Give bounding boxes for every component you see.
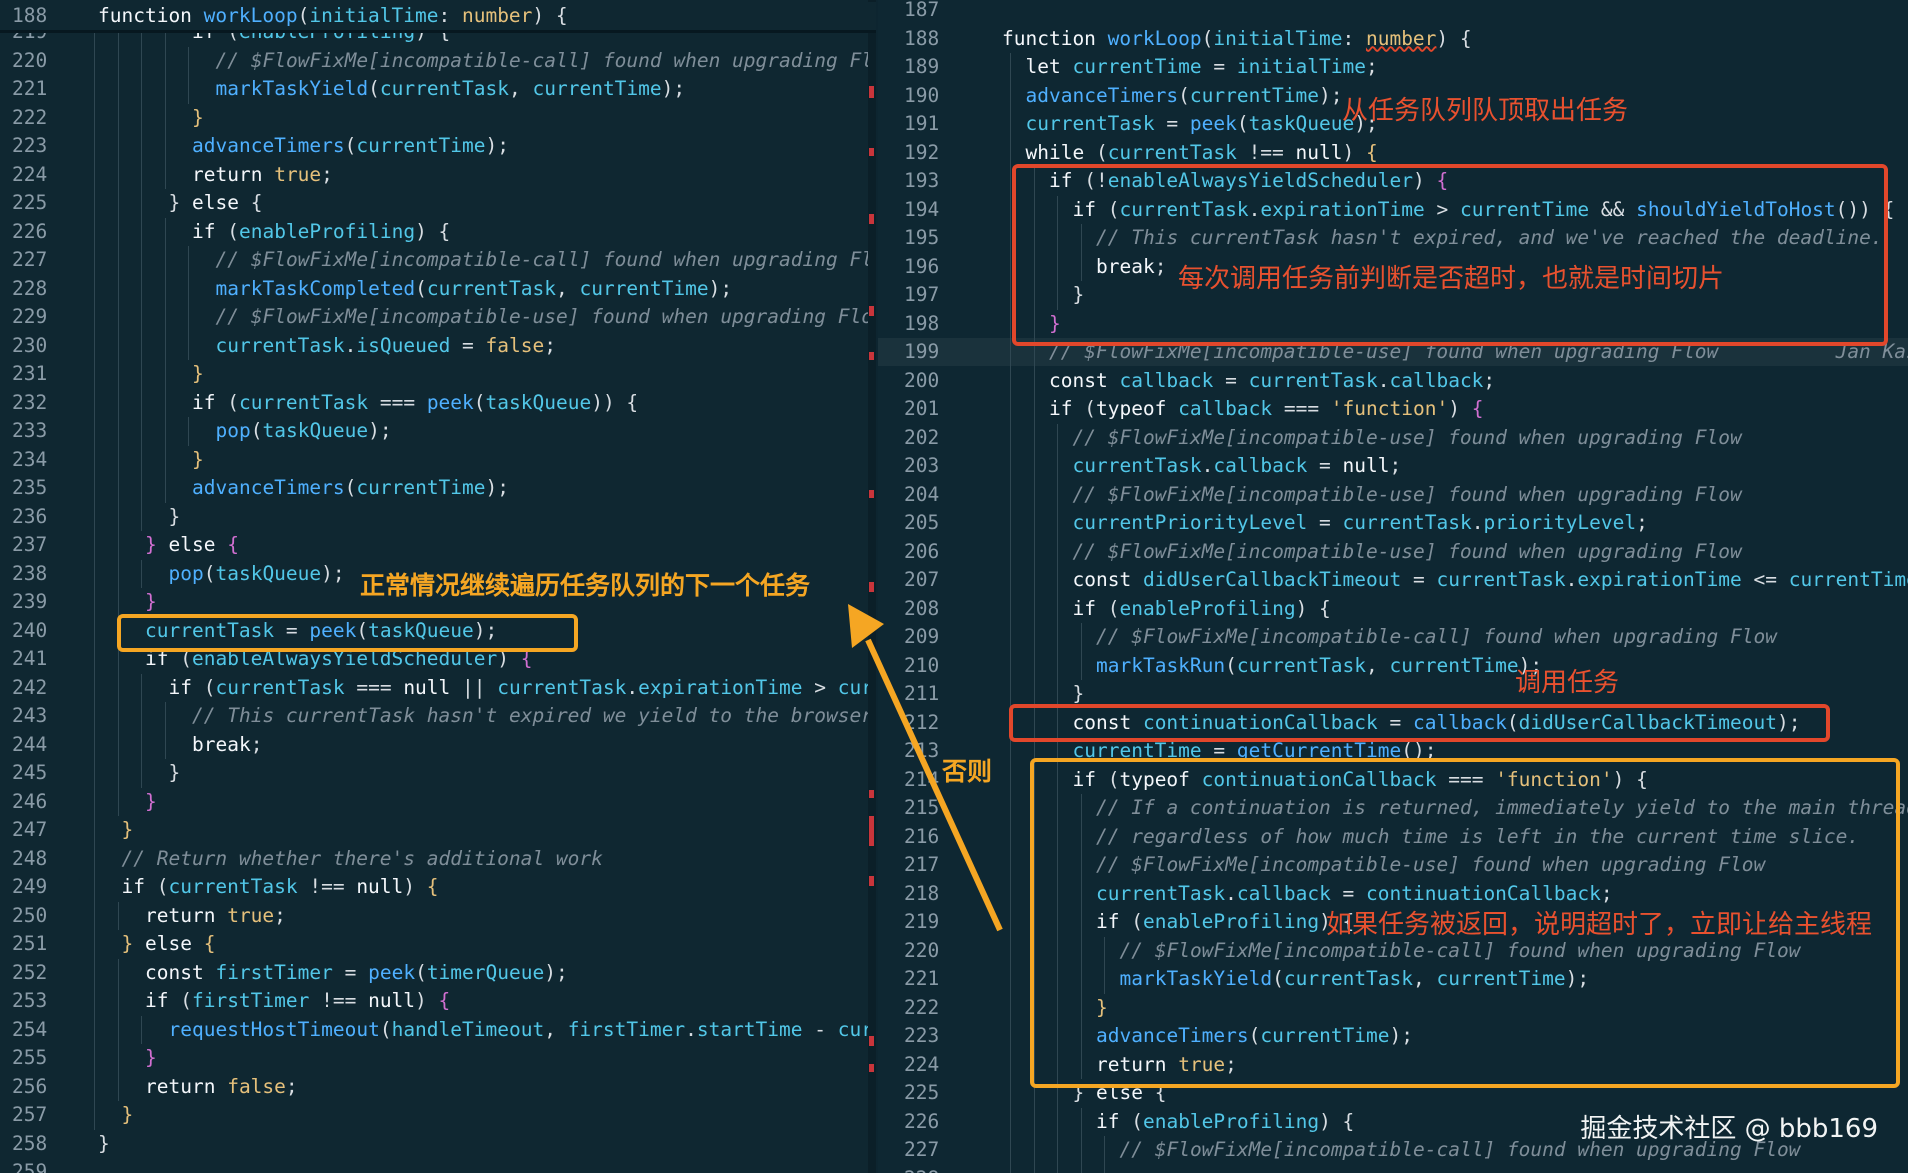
- annotation-arrow: [848, 604, 1003, 932]
- watermark: 掘金技术社区 @ bbb169: [1580, 1114, 1878, 1144]
- line-number: 188: [12, 4, 48, 27]
- code-text: function workLoop(initialTime: number) {: [98, 4, 568, 27]
- sticky-scroll-header[interactable]: 188 function workLoop(initialTime: number…: [0, 2, 876, 33]
